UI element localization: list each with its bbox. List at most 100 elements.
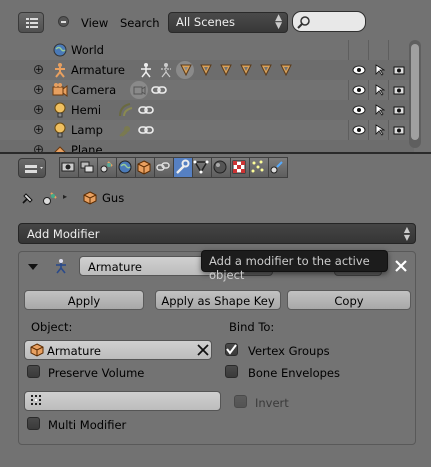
search-menu[interactable]: Search	[120, 16, 160, 30]
invert-checkbox[interactable]	[234, 395, 247, 408]
render-camera-icon	[61, 162, 75, 172]
vertex-group-field[interactable]	[24, 391, 221, 411]
render-layers-icon	[80, 161, 94, 173]
outliner-row-camera[interactable]: + Camera	[0, 80, 414, 100]
tab-render-layers[interactable]	[78, 157, 98, 178]
breadcrumb-object-name: Gus	[102, 191, 125, 205]
tab-object-data[interactable]	[192, 157, 212, 178]
outliner-row-armature[interactable]: + Armature	[0, 60, 414, 80]
add-modifier-button[interactable]: Add Modifier ▲ ▼	[18, 223, 416, 244]
camera-data-icon	[133, 86, 146, 95]
multi-modifier-checkbox[interactable]	[27, 417, 40, 430]
copy-button[interactable]: Copy	[287, 290, 411, 310]
outliner-row-world[interactable]: World	[0, 40, 414, 60]
apply-button[interactable]: Apply	[24, 290, 144, 310]
outliner-scroll-thumb[interactable]	[411, 44, 419, 140]
link-icon	[138, 106, 154, 114]
object-cube-icon	[83, 191, 97, 205]
lamp-icon	[54, 122, 66, 138]
eye-icon[interactable]	[352, 105, 366, 115]
outliner-row-label: World	[71, 43, 104, 57]
search-input[interactable]	[292, 11, 366, 32]
outliner-row-plane[interactable]: + Plane	[0, 140, 414, 152]
particles-icon	[251, 160, 264, 173]
outliner-row-label: Hemi	[71, 103, 102, 117]
hemi-data-icon	[119, 103, 133, 117]
object-field[interactable]: Armature	[24, 340, 212, 360]
vertex-groups-checkbox[interactable]	[225, 343, 238, 356]
outliner-row-lamp[interactable]: + Lamp	[0, 120, 414, 140]
outliner-row-hemi[interactable]: + Hemi	[0, 100, 414, 120]
cursor-icon[interactable]	[375, 124, 385, 136]
eye-icon[interactable]	[352, 65, 366, 75]
preserve-volume-checkbox[interactable]	[27, 365, 40, 378]
object-cube-icon	[137, 160, 151, 175]
cursor-icon[interactable]	[375, 64, 385, 76]
collapse-menu-icon[interactable]	[58, 16, 69, 27]
render-camera-icon[interactable]	[393, 65, 405, 75]
eye-icon[interactable]	[352, 125, 366, 135]
texture-checker-icon	[232, 160, 246, 174]
object-heading: Object:	[31, 320, 73, 334]
render-camera-icon[interactable]	[393, 105, 405, 115]
add-modifier-label: Add Modifier	[27, 227, 100, 241]
bone-envelopes-checkbox[interactable]	[225, 365, 238, 378]
close-icon[interactable]	[394, 259, 408, 273]
expand-icon[interactable]: +	[34, 85, 43, 95]
bind-to-heading: Bind To:	[229, 320, 275, 334]
tab-material[interactable]	[211, 157, 231, 178]
cursor-icon[interactable]	[375, 84, 385, 96]
scene-icon	[43, 192, 57, 205]
outliner-tree: World + Armature + Camera + Hemi + Lamp …	[0, 40, 414, 152]
editor-type-button[interactable]	[18, 12, 44, 33]
vertex-groups-label: Vertex Groups	[248, 344, 330, 358]
invert-label: Invert	[255, 396, 289, 410]
render-camera-icon[interactable]	[393, 125, 405, 135]
tab-object[interactable]	[135, 157, 155, 178]
tooltip: Add a modifier to the active object	[201, 250, 388, 282]
scene-icon	[100, 161, 113, 173]
editor-type-button[interactable]	[18, 158, 46, 178]
apply-as-shape-key-button[interactable]: Apply as Shape Key	[155, 290, 281, 310]
collapse-triangle-icon[interactable]	[27, 262, 39, 272]
vertex-data-icon	[193, 160, 209, 174]
eye-icon[interactable]	[352, 85, 366, 95]
bone-envelopes-label: Bone Envelopes	[248, 366, 340, 380]
lamp-icon	[54, 102, 66, 118]
display-mode-select[interactable]: All Scenes ▲ ▼	[168, 12, 288, 33]
camera-icon	[52, 83, 68, 97]
tab-physics[interactable]	[268, 157, 288, 178]
tab-constraints[interactable]	[154, 157, 174, 178]
expand-icon[interactable]: +	[34, 125, 43, 135]
bone-icon	[180, 64, 192, 77]
view-menu[interactable]: View	[81, 16, 108, 30]
tab-texture[interactable]	[230, 157, 250, 178]
material-sphere-icon	[213, 160, 227, 174]
expand-icon[interactable]: +	[34, 105, 43, 115]
bone-icon	[260, 64, 272, 77]
multi-modifier-label: Multi Modifier	[48, 418, 127, 432]
outliner-editor: View Search All Scenes ▲ ▼ World + Armat…	[0, 0, 431, 152]
magnifier-icon	[297, 16, 310, 29]
clear-field-icon[interactable]	[197, 344, 209, 356]
armature-icon	[55, 63, 65, 78]
bone-icon	[240, 64, 252, 77]
tab-render[interactable]	[59, 157, 79, 178]
armature-data-icon	[141, 63, 151, 78]
pin-icon[interactable]	[20, 190, 36, 206]
tab-modifiers[interactable]	[173, 157, 193, 178]
expand-icon[interactable]: +	[34, 65, 43, 75]
cursor-icon[interactable]	[375, 104, 385, 116]
pose-icon	[161, 63, 171, 78]
tab-scene[interactable]	[97, 157, 117, 178]
preserve-volume-label: Preserve Volume	[48, 366, 145, 380]
tab-world[interactable]	[116, 157, 136, 178]
tab-particles[interactable]	[249, 157, 269, 178]
object-cube-icon	[30, 343, 44, 357]
expand-icon[interactable]: +	[34, 145, 43, 152]
bone-icon	[220, 64, 232, 77]
modifier-name-field[interactable]: Armature	[79, 256, 217, 276]
bone-icon	[200, 64, 212, 77]
render-camera-icon[interactable]	[393, 85, 405, 95]
outliner-row-label: Lamp	[71, 123, 103, 137]
